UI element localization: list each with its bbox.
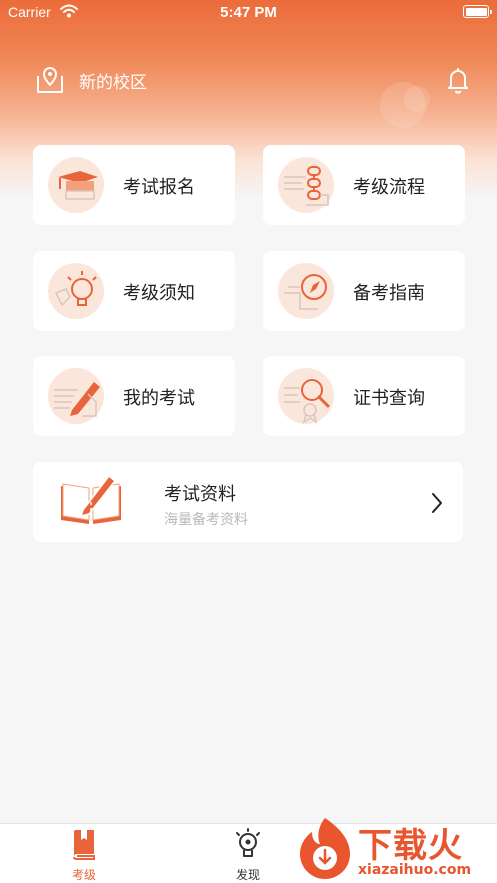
exam-materials-card[interactable]: 考试资料 海量备考资料 [33, 462, 463, 542]
lightbulb-icon [48, 263, 104, 319]
card-label: 考试报名 [123, 177, 195, 198]
graduation-cap-icon [48, 157, 104, 213]
certificate-search-icon [278, 368, 334, 424]
battery-icon [463, 5, 492, 18]
map-location-icon [37, 67, 63, 93]
exam-registration-card[interactable]: 考试报名 [33, 145, 235, 225]
chevron-right-icon [432, 493, 442, 513]
status-time: 5:47 PM [220, 4, 277, 21]
watermark-text: 下载火 [358, 826, 463, 866]
exam-notice-card[interactable]: 考级须知 [33, 251, 235, 331]
status-bar: Carrier 5:47 PM [0, 0, 497, 26]
campus-label: 新的校区 [79, 72, 147, 93]
flow-steps-icon [278, 157, 334, 213]
campus-selector[interactable]: 新的校区 [35, 64, 147, 96]
materials-subtitle: 海量备考资料 [164, 512, 248, 528]
exam-process-card[interactable]: 考级流程 [263, 145, 465, 225]
card-label: 考级流程 [353, 177, 425, 198]
materials-title: 考试资料 [164, 484, 236, 505]
compass-icon [278, 263, 334, 319]
notification-bell-icon[interactable] [447, 66, 469, 94]
book-icon [73, 830, 95, 860]
study-guide-card[interactable]: 备考指南 [263, 251, 465, 331]
card-label: 证书查询 [353, 388, 425, 409]
card-label: 我的考试 [123, 388, 195, 409]
certificate-query-card[interactable]: 证书查询 [263, 356, 465, 436]
lightbulb-outline-icon [236, 828, 260, 857]
tab-label: 发现 [235, 868, 260, 882]
card-label: 考级须知 [123, 283, 195, 304]
tab-exam-level[interactable]: 考级 [54, 828, 114, 883]
pencil-notes-icon [48, 368, 104, 424]
decorative-circle [404, 86, 430, 112]
card-label: 备考指南 [353, 283, 425, 304]
watermark-url: xiazaihuo.com [358, 862, 472, 878]
tab-discover[interactable]: 发现 [218, 828, 278, 883]
flame-logo-icon [300, 818, 350, 879]
my-exams-card[interactable]: 我的考试 [33, 356, 235, 436]
open-book-pencil-icon [61, 474, 121, 524]
tab-label: 考级 [71, 868, 96, 882]
watermark-logo: 下载火 xiazaihuo.com [292, 812, 497, 883]
